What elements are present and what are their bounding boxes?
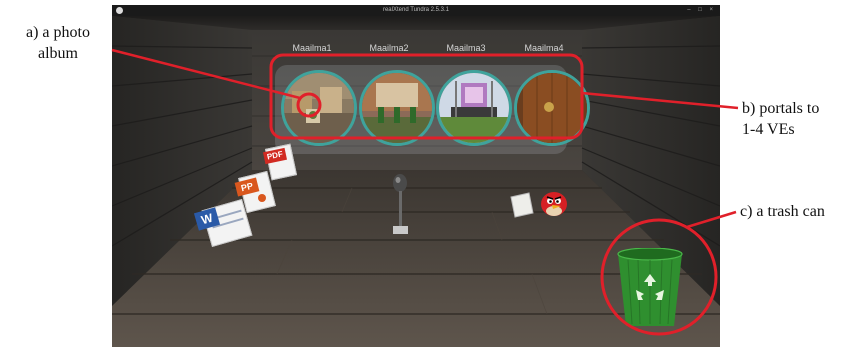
title-bar: realXtend Tundra 2.5.3.1 – □ × — [112, 5, 720, 16]
window-title: realXtend Tundra 2.5.3.1 — [382, 7, 450, 13]
portal-label-1: Maailma1 — [292, 43, 332, 53]
app-window: realXtend Tundra 2.5.3.1 – □ × Maailma1 … — [112, 5, 720, 347]
word-document-icon[interactable]: W — [193, 198, 253, 248]
annotation-portals-line1: b) portals to — [742, 100, 820, 117]
portal-label-2: Maailma2 — [369, 43, 409, 53]
portal-label-4: Maailma4 — [524, 43, 564, 53]
paper-note-icon[interactable] — [507, 191, 537, 221]
portal-3-thumbnail — [439, 73, 509, 143]
window-controls[interactable]: – □ × — [687, 5, 716, 16]
3d-viewport[interactable]: Maailma1 Maailma2 Maailma3 Maailma4 PDF … — [112, 16, 720, 347]
portal-4-thumbnail — [517, 73, 587, 143]
microphone-icon[interactable] — [387, 174, 417, 238]
annotation-portals: b) portals to 1-4 VEs — [742, 98, 819, 140]
red-bird-icon[interactable] — [537, 187, 571, 219]
portal-2-thumbnail — [362, 73, 432, 143]
annotation-portals-line2: 1-4 VEs — [742, 121, 795, 138]
portal-maailma3[interactable] — [436, 70, 512, 146]
portal-label-3: Maailma3 — [446, 43, 486, 53]
trash-can-icon[interactable] — [612, 248, 688, 328]
portal-1-thumbnail — [284, 73, 354, 143]
portal-maailma4[interactable] — [514, 70, 590, 146]
annotation-photo-album-line1: a) a photo — [26, 24, 90, 41]
annotation-photo-album-line2: album — [38, 45, 78, 62]
annotation-photo-album: a) a photo album — [4, 22, 112, 64]
annotation-trash: c) a trash can — [740, 203, 825, 220]
portal-maailma2[interactable] — [359, 70, 435, 146]
portal-maailma1[interactable] — [281, 70, 357, 146]
